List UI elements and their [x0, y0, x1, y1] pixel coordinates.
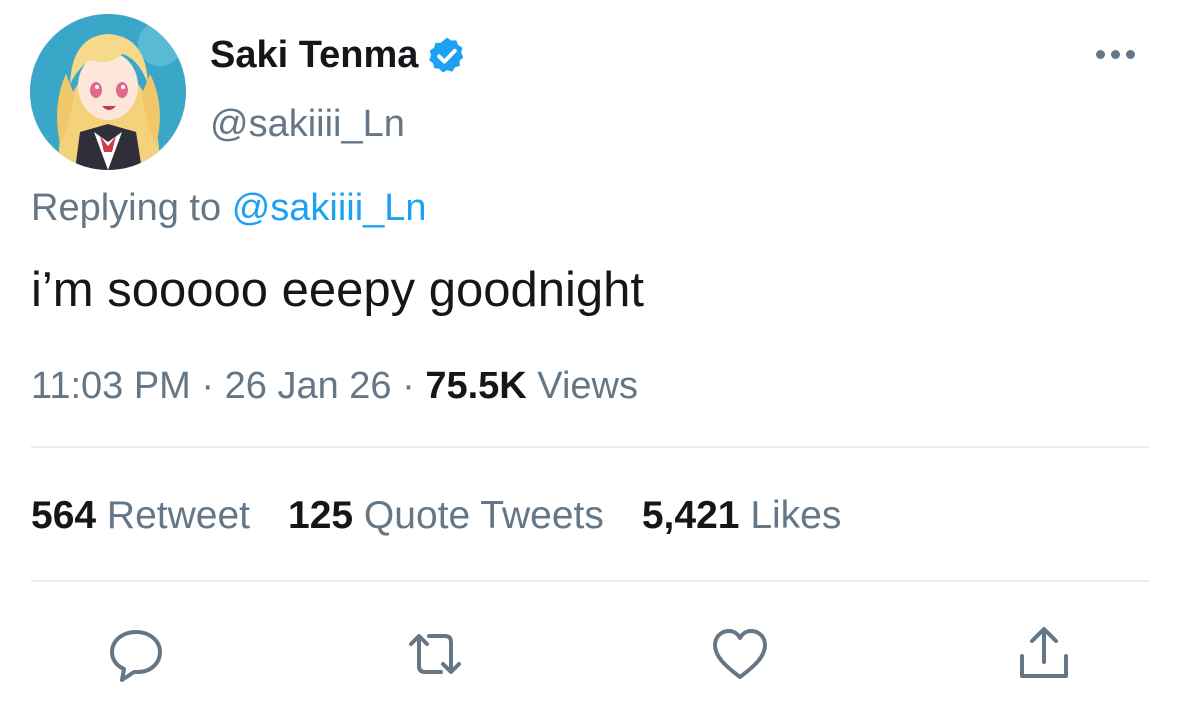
retweet-icon[interactable] [405, 624, 465, 684]
views-label: Views [537, 365, 638, 407]
action-bar [0, 624, 1179, 684]
quotes-label: Quote Tweets [363, 494, 604, 537]
tweet-text: i’m sooooo eeepy goodnight [31, 263, 644, 317]
replying-to-label: Replying to [31, 187, 222, 229]
meta-separator: · [402, 365, 415, 407]
dot [1126, 50, 1135, 59]
tweet-date[interactable]: 26 Jan 26 [225, 365, 392, 407]
tweet-meta: 11:03 PM · 26 Jan 26 · 75.5K Views [31, 365, 638, 408]
reply-icon[interactable] [106, 624, 166, 684]
verified-badge-icon [426, 35, 468, 77]
quotes-stat[interactable]: 125 Quote Tweets [288, 494, 604, 538]
divider [31, 580, 1149, 582]
meta-separator: · [201, 365, 215, 407]
reply-mention-link[interactable]: @sakiiii_Ln [232, 187, 427, 229]
quotes-count: 125 [288, 494, 354, 537]
retweets-count: 564 [31, 494, 97, 537]
dot [1096, 50, 1105, 59]
avatar[interactable] [30, 14, 186, 170]
retweets-stat[interactable]: 564 Retweet [31, 494, 250, 538]
divider [31, 446, 1149, 448]
replying-to-line: Replying to @sakiiii_Ln [31, 187, 427, 230]
tweet-time[interactable]: 11:03 PM [31, 365, 191, 407]
more-options-icon[interactable] [1096, 50, 1135, 59]
heart-icon[interactable] [710, 624, 770, 684]
author-handle[interactable]: @sakiiii_Ln [210, 103, 405, 146]
tweet-stats: 564 Retweet 125 Quote Tweets 5,421 Likes [31, 494, 841, 538]
retweets-label: Retweet [106, 494, 250, 537]
likes-count: 5,421 [641, 494, 740, 537]
views-count: 75.5K [425, 365, 527, 407]
author-display-name-row[interactable]: Saki Tenma [210, 34, 468, 77]
share-icon[interactable] [1014, 624, 1074, 684]
anime-girl-avatar-icon [30, 14, 186, 170]
author-display-name[interactable]: Saki Tenma [210, 34, 418, 77]
dot [1111, 50, 1120, 59]
likes-stat[interactable]: 5,421 Likes [642, 494, 842, 538]
likes-label: Likes [750, 494, 842, 537]
